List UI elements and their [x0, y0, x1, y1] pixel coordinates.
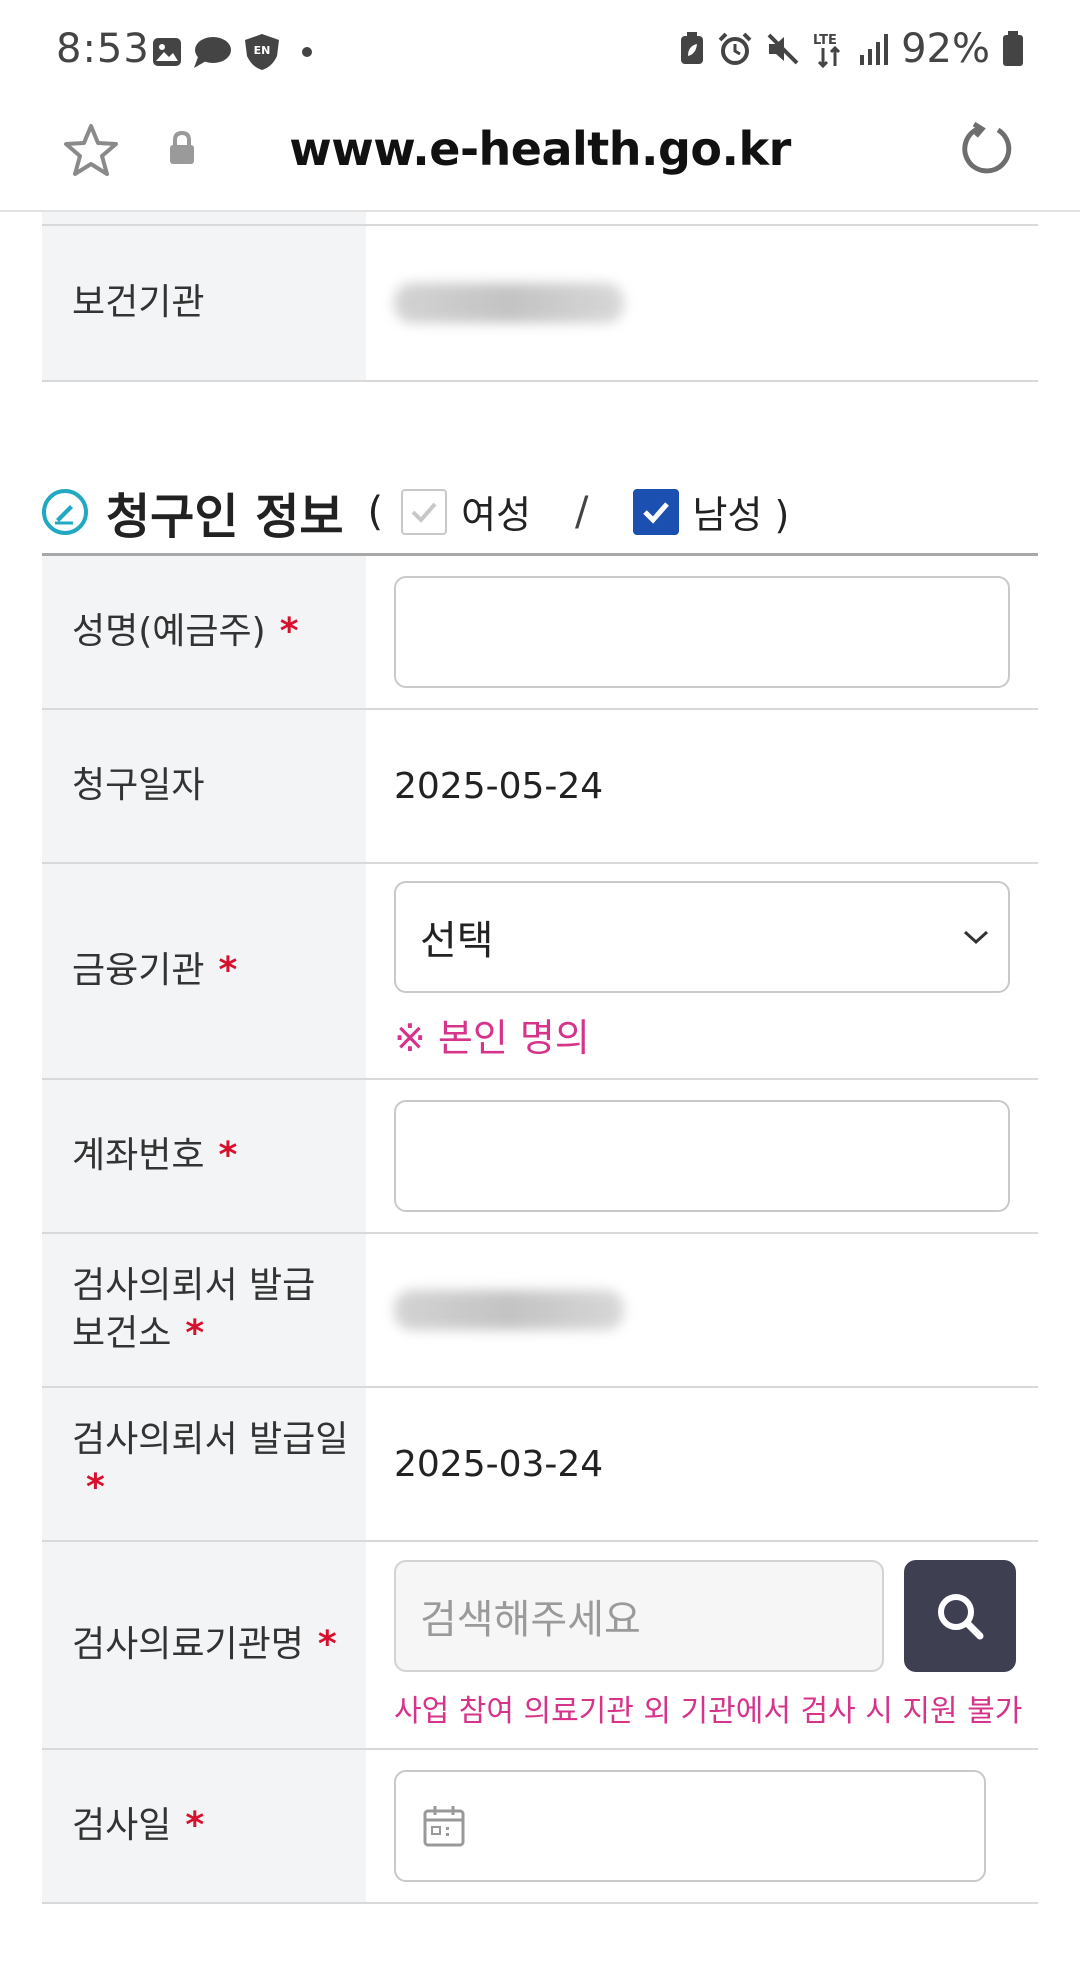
health-center-row: 보건기관 — [42, 226, 1038, 382]
mute-icon — [767, 33, 799, 65]
issuing-center-label-line2-wrap: 보건소 * — [72, 1310, 204, 1358]
bank-note: ※ 본인 명의 — [394, 1015, 590, 1060]
account-row: 계좌번호 * — [42, 1080, 1038, 1234]
claim-date-row: 청구일자 2025-05-24 — [42, 710, 1038, 864]
female-checkbox[interactable] — [401, 488, 448, 535]
redacted-value — [394, 283, 624, 323]
vpn-shield-icon: EN — [245, 34, 279, 70]
account-input[interactable] — [394, 1100, 1010, 1212]
name-row: 성명(예금주) * — [42, 556, 1038, 710]
bank-row: 금융기관 * 선택 ※ 본인 명의 — [42, 864, 1038, 1080]
url-text[interactable]: www.e-health.go.kr — [0, 122, 1080, 176]
calendar-icon — [423, 1806, 465, 1847]
hospital-label-text: 검사의료기관명 — [72, 1624, 304, 1665]
reload-icon[interactable] — [960, 120, 1016, 176]
battery-saver-icon — [681, 32, 704, 64]
claim-date-label-text: 청구일자 — [72, 765, 205, 806]
lte-icon: LTE — [813, 33, 841, 68]
status-time: 8:53 — [56, 26, 150, 72]
previous-row-edge — [42, 212, 1038, 226]
exam-date-row: 검사일 * — [42, 1750, 1038, 1904]
required-mark: * — [218, 950, 238, 991]
search-button[interactable] — [904, 1560, 1016, 1672]
issue-date-label: 검사의뢰서 발급일 * — [42, 1388, 366, 1540]
required-mark: * — [317, 1624, 337, 1665]
redacted-value — [394, 1290, 624, 1330]
issue-date-label-text: 검사의뢰서 발급일 — [72, 1419, 349, 1460]
issuing-center-value — [366, 1234, 1038, 1386]
claimant-section-header: 청구인 정보 ( 여성 / 남성 ) — [42, 470, 1038, 556]
chevron-down-icon — [963, 930, 989, 944]
section-open-paren: ( — [367, 488, 384, 535]
hospital-label: 검사의료기관명 * — [42, 1542, 366, 1748]
hospital-search-input[interactable]: 검색해주세요 — [394, 1560, 884, 1672]
status-bar: 8:53 EN LTE 92% — [0, 0, 1080, 100]
male-label: 남성 ) — [692, 493, 790, 537]
health-center-value — [366, 226, 1038, 380]
issue-date-value: 2025-03-24 — [394, 1443, 604, 1485]
alarm-icon — [718, 32, 752, 65]
issuing-center-label: 검사의뢰서 발급 보건소 * — [42, 1234, 366, 1386]
svg-text:EN: EN — [254, 44, 271, 57]
exam-date-cell — [366, 1750, 1038, 1902]
search-icon — [938, 1594, 984, 1640]
pencil-icon — [42, 488, 88, 535]
browser-url-bar: www.e-health.go.kr — [0, 100, 1080, 212]
battery-icon — [1003, 31, 1023, 66]
gallery-icon — [153, 38, 181, 66]
issuing-center-row: 검사의뢰서 발급 보건소 * — [42, 1234, 1038, 1388]
hospital-note: 사업 참여 의료기관 외 기관에서 검사 시 지원 불가 — [394, 1694, 1023, 1729]
male-checkbox[interactable] — [632, 488, 679, 535]
account-cell — [366, 1080, 1038, 1232]
account-label-text: 계좌번호 — [72, 1135, 205, 1176]
required-mark: * — [86, 1467, 105, 1508]
account-label: 계좌번호 * — [42, 1080, 366, 1232]
issuing-center-label-line2: 보건소 — [72, 1313, 172, 1354]
gender-separator: / — [575, 488, 589, 535]
status-left-icons: EN — [152, 32, 322, 72]
hospital-row: 검사의료기관명 * 검색해주세요 사업 참여 의료기관 외 기관에서 검사 시 지… — [42, 1542, 1038, 1750]
name-label-text: 성명(예금주) — [72, 611, 266, 652]
issue-date-row: 검사의뢰서 발급일 * 2025-03-24 — [42, 1388, 1038, 1542]
required-mark: * — [218, 1135, 238, 1176]
section-title: 청구인 정보 — [106, 488, 344, 545]
female-label: 여성 — [461, 493, 532, 537]
dot-icon — [302, 47, 312, 57]
bank-cell: 선택 ※ 본인 명의 — [366, 864, 1038, 1078]
signal-icon — [860, 34, 889, 65]
bank-label: 금융기관 * — [42, 864, 366, 1078]
health-center-label: 보건기관 — [42, 226, 366, 380]
name-label: 성명(예금주) * — [42, 556, 366, 708]
exam-date-label-text: 검사일 — [72, 1805, 172, 1846]
check-icon — [642, 501, 669, 524]
exam-date-input[interactable] — [394, 1770, 986, 1882]
health-center-label-text: 보건기관 — [72, 282, 205, 323]
issuing-center-label-line1: 검사의뢰서 발급 — [72, 1265, 316, 1306]
check-icon — [411, 502, 437, 523]
required-mark: * — [185, 1313, 205, 1354]
claim-date-value: 2025-05-24 — [394, 765, 604, 807]
claim-date-label: 청구일자 — [42, 710, 366, 862]
required-mark: * — [185, 1805, 205, 1846]
required-mark: * — [279, 611, 299, 652]
name-input[interactable] — [394, 576, 1010, 688]
bank-select-value: 선택 — [420, 917, 494, 964]
status-right-icons: LTE 92% — [679, 26, 1024, 72]
chat-icon — [194, 37, 231, 68]
svg-text:LTE: LTE — [813, 33, 837, 48]
bank-select[interactable]: 선택 — [394, 880, 1010, 993]
hospital-cell: 검색해주세요 사업 참여 의료기관 외 기관에서 검사 시 지원 불가 — [366, 1542, 1038, 1748]
exam-date-label: 검사일 * — [42, 1750, 366, 1902]
name-cell — [366, 556, 1038, 708]
hospital-search-group: 검색해주세요 — [394, 1560, 1016, 1672]
hospital-search-placeholder: 검색해주세요 — [420, 1597, 641, 1643]
battery-percent: 92% — [901, 26, 990, 72]
bank-label-text: 금융기관 — [72, 950, 205, 991]
